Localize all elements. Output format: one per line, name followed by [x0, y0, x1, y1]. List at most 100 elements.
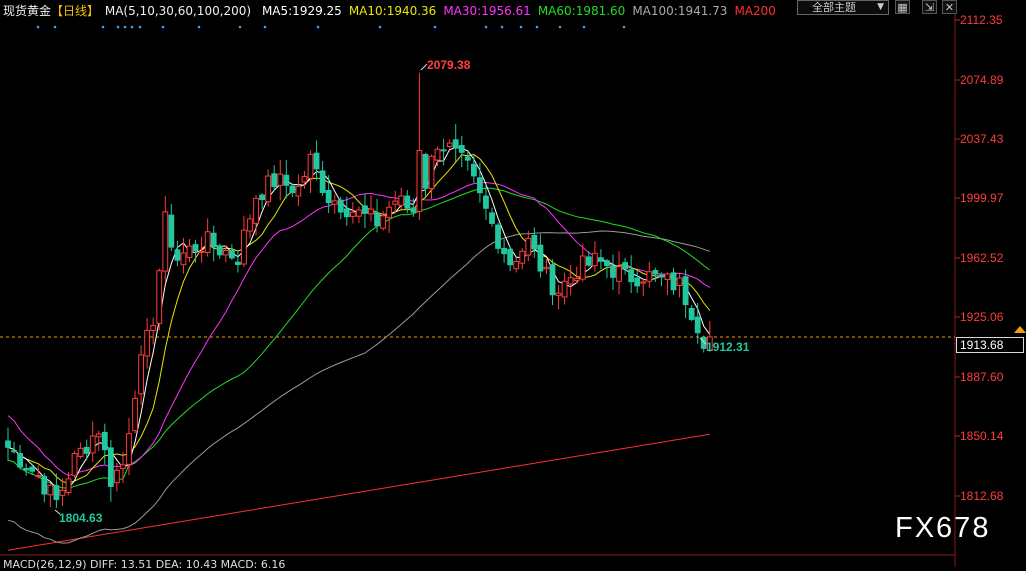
current-price-marker: [1014, 326, 1026, 333]
ma-value-label: MA30:1956.61: [443, 4, 531, 18]
ma100-line: [7, 230, 710, 544]
event-dot: [197, 25, 201, 29]
candle-body: [549, 264, 556, 296]
event-dot: [161, 25, 165, 29]
event-dot: [519, 25, 523, 29]
ma-value-label: MA5:1929.25: [261, 4, 342, 18]
candle-body: [253, 197, 259, 224]
candle-body: [446, 142, 453, 148]
candle-body: [410, 207, 417, 213]
period-label[interactable]: 【日线】: [51, 4, 99, 18]
candle-body: [241, 229, 247, 265]
candle-body: [271, 173, 278, 188]
candle-body: [265, 175, 272, 203]
event-dot: [558, 25, 562, 29]
event-dot: [238, 25, 242, 29]
price-tick-label: 1812.68: [960, 489, 1004, 503]
candle-body: [658, 274, 665, 278]
candle-body: [17, 453, 24, 468]
ma10-line: [7, 153, 711, 484]
price-tick-label: 1962.52: [960, 251, 1004, 265]
event-dot: [378, 25, 382, 29]
candle-body: [301, 176, 308, 183]
grid-icon[interactable]: ▦: [895, 0, 910, 14]
event-dot: [622, 25, 626, 29]
candle-body: [216, 245, 223, 256]
candle-body: [325, 190, 332, 204]
ma-value-label: MA10:1940.36: [348, 4, 437, 18]
candle-body: [11, 450, 17, 453]
event-dot: [316, 25, 320, 29]
arrows-icon[interactable]: ⇲: [922, 0, 937, 14]
candle-body: [489, 212, 495, 224]
candle-body: [174, 249, 181, 261]
candle-body: [5, 440, 11, 448]
candle-body: [368, 208, 374, 215]
macd-legend: MACD(26,12,9) DIFF: 13.51 DEA: 10.43 MAC…: [3, 558, 286, 571]
candle-body: [349, 211, 356, 217]
event-dot: [500, 25, 504, 29]
ma30-line: [7, 181, 711, 477]
candle-body: [83, 446, 90, 454]
candle-body: [567, 277, 574, 285]
candle-body: [356, 209, 362, 217]
candle-body: [337, 199, 344, 213]
candle-body: [307, 153, 314, 179]
candle-body: [180, 252, 187, 266]
candle-body: [283, 174, 290, 186]
event-dot: [101, 25, 105, 29]
candle-body: [470, 163, 477, 177]
ma-value-label: MA60:1981.60: [537, 4, 626, 18]
candle-body: [289, 185, 296, 194]
price-tick-label: 2112.35: [960, 13, 1003, 27]
candle-body: [561, 280, 568, 298]
price-tick-label: 1999.97: [960, 191, 1004, 205]
candle-body: [688, 307, 695, 320]
ma-params: MA(5,10,30,60,100,200): [104, 4, 252, 18]
candle-body: [676, 277, 683, 287]
candle-body: [579, 255, 586, 280]
ma60-line: [7, 187, 711, 489]
candle-body: [101, 431, 108, 451]
candle-body: [616, 266, 622, 282]
candle-body: [398, 195, 405, 206]
event-dot: [53, 25, 57, 29]
candle-body: [458, 145, 465, 153]
candle-body: [622, 262, 629, 270]
candle-body: [77, 447, 84, 458]
price-tick-label: 1850.14: [960, 429, 1004, 443]
candle-body: [519, 250, 526, 264]
candle-body: [664, 273, 671, 281]
candle-body: [186, 245, 193, 258]
candle-body: [483, 195, 489, 209]
candle-body: [374, 212, 380, 227]
chart-legend: 现货黄金【日线】 MA(5,10,30,60,100,200) MA5:1929…: [3, 2, 776, 19]
candle-body: [23, 467, 30, 471]
candle-body: [598, 257, 604, 262]
price-tick-label: 1887.60: [960, 370, 1004, 384]
candle-body: [41, 475, 48, 495]
candle-body: [464, 156, 471, 161]
candlestick-chart[interactable]: [0, 0, 1026, 567]
candle-body: [670, 272, 677, 291]
candle-body: [162, 211, 169, 272]
candle-body: [640, 281, 647, 284]
candle-body: [682, 276, 689, 306]
event-dot: [130, 25, 134, 29]
candle-body: [319, 170, 326, 193]
event-dot: [263, 25, 267, 29]
candle-body: [555, 292, 562, 296]
theme-select[interactable]: 全部主题 ▼: [797, 0, 889, 15]
event-dot: [433, 25, 437, 29]
candle-body: [53, 485, 60, 500]
candle-body: [313, 152, 320, 170]
event-dot: [535, 25, 539, 29]
close-icon[interactable]: ✕: [942, 0, 957, 14]
low-annotation: 1804.63: [59, 511, 103, 525]
candle-body: [71, 453, 78, 476]
candle-body: [259, 194, 266, 201]
candle-body: [65, 478, 72, 494]
candle-body: [47, 484, 54, 496]
candle-body: [168, 214, 175, 248]
candle-body: [652, 270, 659, 275]
